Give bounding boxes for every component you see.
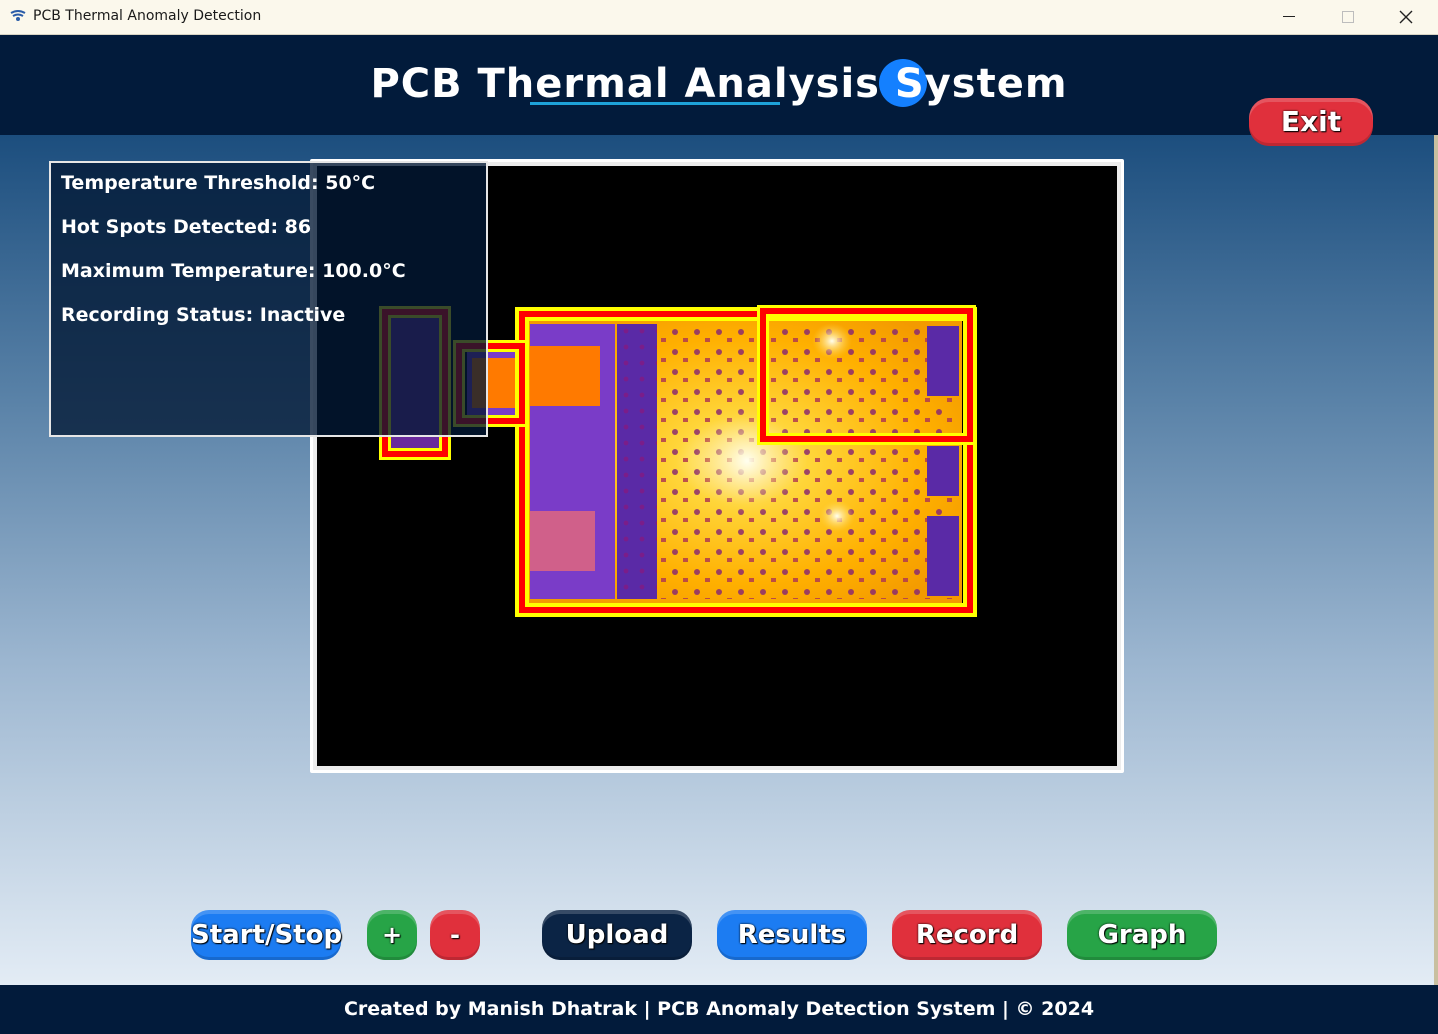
recording-status: Recording Status: Inactive	[61, 304, 346, 326]
exit-button[interactable]: Exit	[1249, 98, 1373, 146]
record-button[interactable]: Record	[892, 910, 1042, 960]
page-title: PCB Thermal Analysis System	[370, 61, 1068, 107]
minimize-icon[interactable]	[1260, 0, 1318, 34]
app-header: PCB Thermal Analysis System	[0, 35, 1438, 135]
results-button[interactable]: Results	[717, 910, 867, 960]
upload-button[interactable]: Upload	[542, 910, 692, 960]
hot-spots-count: Hot Spots Detected: 86	[61, 216, 312, 238]
close-icon[interactable]	[1377, 0, 1435, 34]
threshold-decrease-button[interactable]: -	[430, 910, 480, 960]
threshold-increase-button[interactable]: +	[367, 910, 417, 960]
app-icon	[10, 10, 26, 21]
window-titlebar: PCB Thermal Anomaly Detection	[0, 0, 1438, 35]
maximum-temperature: Maximum Temperature: 100.0°C	[61, 260, 406, 282]
window-edge	[1434, 135, 1438, 985]
window-title: PCB Thermal Anomaly Detection	[33, 8, 262, 24]
start-stop-button[interactable]: Start/Stop	[191, 910, 342, 960]
maximize-icon[interactable]	[1318, 0, 1376, 34]
info-panel: Temperature Threshold: 50°C Hot Spots De…	[49, 161, 488, 437]
graph-button[interactable]: Graph	[1067, 910, 1217, 960]
temperature-threshold: Temperature Threshold: 50°C	[61, 172, 376, 194]
footer-credit: Created by Manish Dhatrak | PCB Anomaly …	[343, 998, 1095, 1020]
app-footer: Created by Manish Dhatrak | PCB Anomaly …	[0, 985, 1438, 1034]
